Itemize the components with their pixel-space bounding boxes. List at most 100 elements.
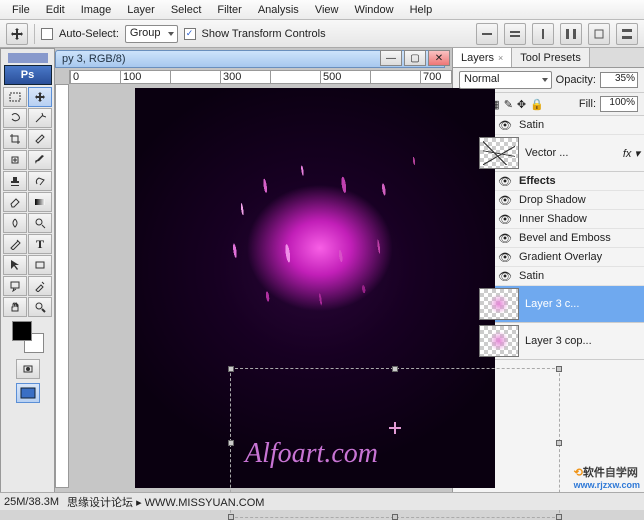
ruler-horizontal[interactable]: 0100300500700 bbox=[69, 70, 452, 84]
screenmode-toggle[interactable] bbox=[16, 383, 40, 403]
blend-mode-dropdown[interactable]: Normal bbox=[459, 71, 552, 89]
distribute-icon[interactable] bbox=[588, 23, 610, 45]
visibility-icon[interactable]: 👁 bbox=[497, 174, 513, 188]
transform-handle[interactable] bbox=[392, 366, 398, 372]
auto-select-mode-dropdown[interactable]: Group bbox=[125, 25, 178, 43]
marquee-tool[interactable] bbox=[3, 87, 27, 107]
align-icon[interactable] bbox=[476, 23, 498, 45]
history-brush-tool[interactable] bbox=[28, 171, 52, 191]
visibility-icon[interactable]: 👁 bbox=[497, 193, 513, 207]
menu-edit[interactable]: Edit bbox=[38, 2, 73, 18]
healing-tool[interactable] bbox=[3, 150, 27, 170]
distribute-icon[interactable] bbox=[616, 23, 638, 45]
crop-tool[interactable] bbox=[3, 129, 27, 149]
fill-field[interactable]: 100% bbox=[600, 96, 638, 112]
panel-tabs: Layers× Tool Presets bbox=[453, 48, 644, 68]
fx-badge[interactable]: fx ▾ bbox=[623, 147, 640, 160]
tab-tool-presets[interactable]: Tool Presets bbox=[512, 48, 590, 67]
move-tool[interactable] bbox=[28, 87, 52, 107]
close-button[interactable]: ✕ bbox=[428, 50, 450, 66]
menu-layer[interactable]: Layer bbox=[119, 2, 163, 18]
zoom-level[interactable]: 25M/38.3M bbox=[4, 496, 59, 508]
color-swatches[interactable] bbox=[8, 321, 48, 353]
hand-tool[interactable] bbox=[3, 297, 27, 317]
menu-view[interactable]: View bbox=[307, 2, 347, 18]
close-icon[interactable]: × bbox=[498, 53, 503, 63]
transform-handle[interactable] bbox=[556, 514, 562, 520]
foreground-color[interactable] bbox=[12, 321, 32, 341]
artwork-splash bbox=[195, 138, 455, 338]
menu-select[interactable]: Select bbox=[163, 2, 210, 18]
layer-name[interactable]: Layer 3 cop... bbox=[525, 335, 592, 347]
lock-all-icon[interactable]: 🔒 bbox=[530, 98, 544, 111]
menu-analysis[interactable]: Analysis bbox=[250, 2, 307, 18]
lasso-tool[interactable] bbox=[3, 108, 27, 128]
zoom-tool[interactable] bbox=[28, 297, 52, 317]
visibility-icon[interactable]: 👁 bbox=[497, 250, 513, 264]
layer-name[interactable]: Layer 3 c... bbox=[525, 298, 579, 310]
maximize-button[interactable]: ▢ bbox=[404, 50, 426, 66]
layer-thumbnail[interactable] bbox=[479, 325, 519, 357]
tool-grid: T bbox=[3, 87, 52, 317]
distribute-icon[interactable] bbox=[560, 23, 582, 45]
menu-image[interactable]: Image bbox=[73, 2, 120, 18]
layer-thumbnail[interactable] bbox=[479, 137, 519, 169]
stamp-tool[interactable] bbox=[3, 171, 27, 191]
align-icon[interactable] bbox=[532, 23, 554, 45]
transform-handle[interactable] bbox=[556, 366, 562, 372]
path-select-tool[interactable] bbox=[3, 255, 27, 275]
options-bar: Auto-Select: Group ✓ Show Transform Cont… bbox=[0, 20, 644, 48]
shape-tool[interactable] bbox=[28, 255, 52, 275]
type-tool[interactable]: T bbox=[28, 234, 52, 254]
auto-select-label: Auto-Select: bbox=[59, 28, 119, 40]
notes-tool[interactable] bbox=[3, 276, 27, 296]
opacity-field[interactable]: 35% bbox=[600, 72, 638, 88]
status-bar: 25M/38.3M 思缘设计论坛 ▸ WWW.MISSYUAN.COM bbox=[0, 492, 644, 510]
transform-handle[interactable] bbox=[556, 440, 562, 446]
visibility-icon[interactable]: 👁 bbox=[497, 231, 513, 245]
lock-pixels-icon[interactable]: ✎ bbox=[504, 98, 513, 111]
blur-tool[interactable] bbox=[3, 213, 27, 233]
transform-handle[interactable] bbox=[392, 514, 398, 520]
menu-file[interactable]: File bbox=[4, 2, 38, 18]
transform-handle[interactable] bbox=[228, 440, 234, 446]
transform-handle[interactable] bbox=[228, 366, 234, 372]
move-tool-icon[interactable] bbox=[6, 23, 28, 45]
pen-tool[interactable] bbox=[3, 234, 27, 254]
slice-tool[interactable] bbox=[28, 129, 52, 149]
menu-help[interactable]: Help bbox=[402, 2, 441, 18]
auto-select-checkbox[interactable] bbox=[41, 28, 53, 40]
layer-name[interactable]: Vector ... bbox=[525, 147, 568, 159]
tab-layers[interactable]: Layers× bbox=[453, 48, 512, 67]
eyedropper-tool[interactable] bbox=[28, 276, 52, 296]
eraser-tool[interactable] bbox=[3, 192, 27, 212]
layer-thumbnail[interactable] bbox=[479, 288, 519, 320]
status-info: 思缘设计论坛 ▸ WWW.MISSYUAN.COM bbox=[67, 494, 264, 510]
visibility-icon[interactable]: 👁 bbox=[497, 269, 513, 283]
layer-row-vector[interactable]: 👁 Vector ... fx ▾ bbox=[453, 135, 644, 172]
window-controls: — ▢ ✕ bbox=[380, 50, 450, 66]
visibility-icon[interactable]: 👁 bbox=[497, 212, 513, 226]
canvas-area: py 3, RGB/8) — ▢ ✕ 0100300500700 Alfoart… bbox=[55, 48, 452, 510]
layer-row-selected[interactable]: 👁 Layer 3 c... bbox=[453, 286, 644, 323]
wand-tool[interactable] bbox=[28, 108, 52, 128]
quickmask-toggle[interactable] bbox=[16, 359, 40, 379]
visibility-icon[interactable]: 👁 bbox=[497, 118, 513, 132]
canvas[interactable]: Alfoart.com bbox=[135, 88, 495, 488]
lock-position-icon[interactable]: ✥ bbox=[517, 98, 526, 111]
toolbox-handle[interactable] bbox=[8, 53, 48, 63]
transform-center[interactable] bbox=[389, 422, 401, 434]
ruler-vertical[interactable] bbox=[55, 84, 69, 488]
minimize-button[interactable]: — bbox=[380, 50, 402, 66]
divider bbox=[34, 24, 35, 44]
ps-logo: Ps bbox=[4, 65, 52, 85]
show-transform-checkbox[interactable]: ✓ bbox=[184, 28, 196, 40]
menu-window[interactable]: Window bbox=[346, 2, 401, 18]
brush-tool[interactable] bbox=[28, 150, 52, 170]
transform-handle[interactable] bbox=[228, 514, 234, 520]
dodge-tool[interactable] bbox=[28, 213, 52, 233]
gradient-tool[interactable] bbox=[28, 192, 52, 212]
menu-filter[interactable]: Filter bbox=[209, 2, 249, 18]
layer-row[interactable]: Layer 3 cop... bbox=[453, 323, 644, 360]
align-icon[interactable] bbox=[504, 23, 526, 45]
